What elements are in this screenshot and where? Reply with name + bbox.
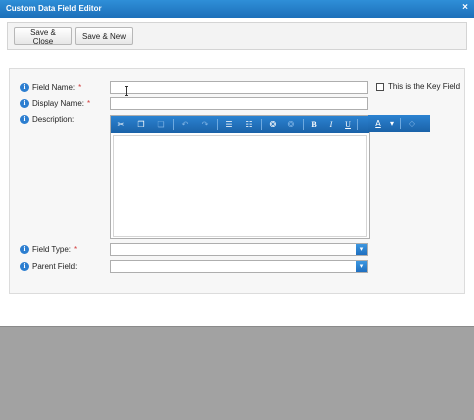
save-new-button[interactable]: Save & New — [75, 27, 133, 45]
undo-icon[interactable]: ↶ — [179, 119, 191, 130]
field-type-select[interactable]: ▾ — [110, 243, 368, 256]
paste-icon[interactable]: ❏ — [155, 119, 167, 130]
parent-field-label: Parent Field: — [32, 262, 78, 271]
field-name-input[interactable] — [110, 81, 368, 94]
key-field-checkbox[interactable] — [376, 83, 384, 91]
toolbar-separator — [173, 119, 174, 130]
font-color-icon[interactable]: A — [372, 118, 384, 129]
info-icon[interactable]: i — [20, 83, 29, 92]
info-icon[interactable]: i — [20, 99, 29, 108]
copy-icon[interactable]: ❐ — [135, 119, 147, 130]
toolbar-separator — [400, 118, 401, 129]
modal-backdrop — [0, 328, 474, 420]
field-name-label: Field Name: * — [32, 83, 82, 92]
close-icon[interactable]: × — [462, 2, 468, 13]
action-toolbar: Save & Close Save & New — [7, 22, 467, 50]
toolbar-separator — [357, 119, 358, 130]
field-form-panel: i Field Name: * This is the Key Field i D… — [9, 68, 465, 294]
toolbar-separator — [261, 119, 262, 130]
link-icon[interactable]: ❂ — [267, 119, 279, 130]
display-name-row: i Display Name: * — [10, 97, 466, 111]
cut-icon[interactable]: ✂ — [115, 119, 127, 130]
info-icon[interactable]: i — [20, 115, 29, 124]
description-label: Description: — [32, 115, 75, 124]
parent-field-select[interactable]: ▾ — [110, 260, 368, 273]
unlink-icon[interactable]: ❂ — [285, 119, 297, 130]
dialog-title: Custom Data Field Editor — [6, 4, 102, 13]
chevron-down-icon[interactable]: ▾ — [356, 261, 367, 272]
required-marker: * — [73, 245, 78, 254]
info-icon[interactable]: i — [20, 262, 29, 271]
chevron-down-icon[interactable]: ▾ — [356, 244, 367, 255]
eraser-icon[interactable]: ◇ — [406, 118, 418, 129]
dialog-titlebar: Custom Data Field Editor × — [0, 0, 474, 18]
display-name-input[interactable] — [110, 97, 368, 110]
toolbar-separator — [303, 119, 304, 130]
numbered-list-icon[interactable]: ☰ — [223, 119, 235, 130]
description-rich-text-editor: ✂ ❐ ❏ ↶ ↷ ☰ ☷ ❂ ❂ B I U — [110, 115, 370, 239]
chevron-down-icon[interactable]: ▾ — [386, 118, 398, 129]
description-row: i Description: — [10, 113, 110, 127]
bold-icon[interactable]: B — [308, 119, 320, 130]
bulleted-list-icon[interactable]: ☷ — [243, 119, 255, 130]
info-icon[interactable]: i — [20, 245, 29, 254]
underline-icon[interactable]: U — [342, 119, 354, 130]
redo-icon[interactable]: ↷ — [199, 119, 211, 130]
field-type-label: Field Type: * — [32, 245, 78, 254]
required-marker: * — [87, 99, 91, 108]
toolbar-separator — [217, 119, 218, 130]
custom-data-field-editor-dialog: Custom Data Field Editor × Save & Close … — [0, 0, 474, 327]
save-close-button[interactable]: Save & Close — [14, 27, 72, 46]
field-type-row: i Field Type: * ▾ — [10, 243, 466, 257]
text-cursor-icon — [125, 86, 128, 96]
display-name-label: Display Name: * — [32, 99, 91, 108]
editor-toolbar: ✂ ❐ ❏ ↶ ↷ ☰ ☷ ❂ ❂ B I U — [111, 116, 369, 133]
italic-icon[interactable]: I — [325, 119, 337, 130]
key-field-label: This is the Key Field — [388, 82, 461, 91]
description-text-area[interactable] — [113, 135, 367, 237]
parent-field-row: i Parent Field: ▾ — [10, 260, 466, 274]
required-marker: * — [78, 83, 82, 92]
editor-toolbar-overflow: A ▾ ◇ — [368, 115, 430, 132]
